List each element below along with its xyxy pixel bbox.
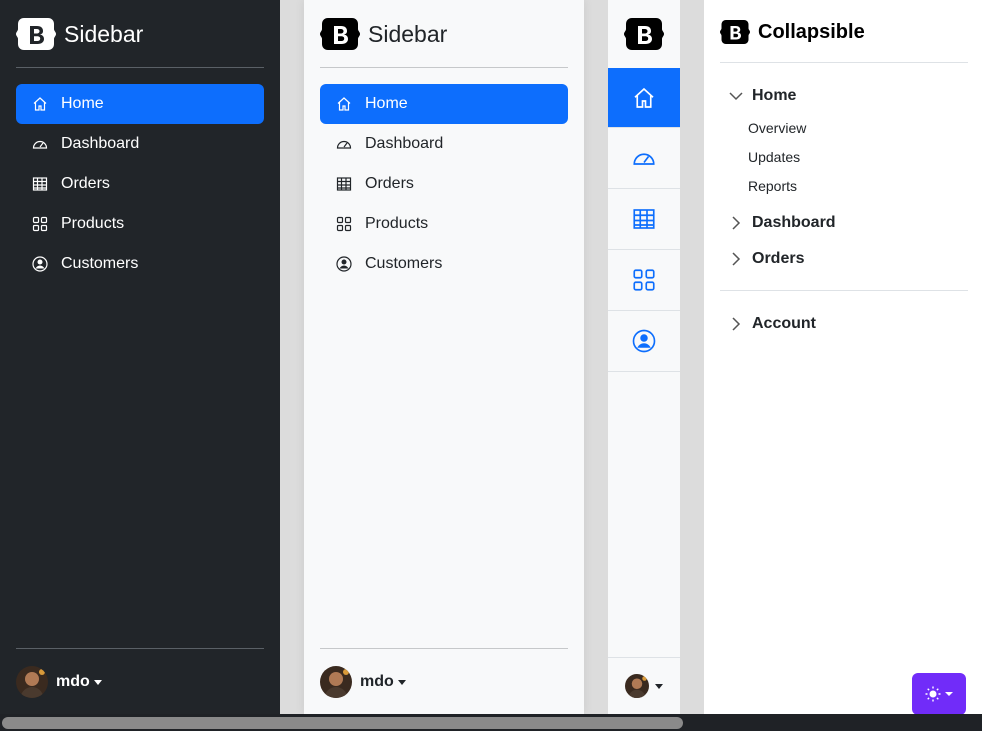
section-home: Home Overview Updates Reports xyxy=(720,79,968,200)
user-name: mdo xyxy=(360,672,394,690)
bootstrap-logo-icon xyxy=(624,18,664,50)
icon-nav-customers[interactable] xyxy=(608,311,680,372)
bootstrap-logo-icon xyxy=(16,18,56,50)
person-circle-icon xyxy=(632,329,656,353)
nav-label: Customers xyxy=(61,255,139,272)
person-circle-icon xyxy=(32,256,48,272)
nav-label: Customers xyxy=(365,255,443,272)
section-label: Home xyxy=(752,87,797,104)
divider xyxy=(16,67,264,68)
divider xyxy=(320,67,568,68)
table-icon xyxy=(633,209,655,229)
section-label: Account xyxy=(752,315,816,332)
nav-label: Products xyxy=(365,215,429,232)
nav-label: Dashboard xyxy=(365,135,444,152)
speedometer-icon xyxy=(633,153,655,165)
nav-item-orders[interactable]: Orders xyxy=(320,164,568,204)
home-icon xyxy=(634,87,654,108)
nav-label: Orders xyxy=(61,175,110,192)
icon-nav-orders[interactable] xyxy=(608,189,680,250)
caret-down-icon xyxy=(945,692,953,696)
user-dropdown[interactable]: mdo xyxy=(320,649,568,714)
section-dashboard: Dashboard xyxy=(720,206,968,240)
sub-item-reports[interactable]: Reports xyxy=(748,171,968,200)
sub-item-overview[interactable]: Overview xyxy=(748,113,968,142)
sub-item-updates[interactable]: Updates xyxy=(748,142,968,171)
chevron-right-icon xyxy=(728,316,744,332)
dark-sidebar: Sidebar Home Dashboard Orders Products C… xyxy=(0,0,280,714)
light-sidebar: Sidebar Home Dashboard Orders Products C… xyxy=(304,0,584,714)
user-dropdown[interactable]: mdo xyxy=(16,649,264,714)
speedometer-icon xyxy=(32,136,48,152)
grid-icon xyxy=(32,216,48,232)
bootstrap-logo-icon xyxy=(320,18,360,50)
brand-link[interactable]: Sidebar xyxy=(320,16,568,52)
section-label: Dashboard xyxy=(752,214,836,231)
brand-name: Sidebar xyxy=(64,20,144,47)
avatar xyxy=(625,674,649,698)
icon-nav-products[interactable] xyxy=(608,250,680,311)
nav-label: Home xyxy=(61,95,104,112)
nav-item-products[interactable]: Products xyxy=(16,204,264,244)
icon-sidebar xyxy=(608,0,680,714)
home-icon xyxy=(32,96,48,112)
nav-label: Dashboard xyxy=(61,135,140,152)
nav-item-products[interactable]: Products xyxy=(320,204,568,244)
caret-down-icon xyxy=(397,680,406,685)
nav-item-dashboard[interactable]: Dashboard xyxy=(16,124,264,164)
grid-icon xyxy=(336,216,352,232)
nav-item-customers[interactable]: Customers xyxy=(320,244,568,284)
icon-nav-home[interactable] xyxy=(608,68,680,128)
person-circle-icon xyxy=(336,256,352,272)
home-icon xyxy=(336,96,352,112)
theme-toggle-button[interactable] xyxy=(912,673,966,715)
horizontal-scrollbar[interactable] xyxy=(0,714,982,731)
caret-down-icon xyxy=(93,680,102,685)
table-icon xyxy=(32,176,48,192)
collapsible-list: Home Overview Updates Reports Dashboard … xyxy=(720,63,968,276)
avatar xyxy=(16,665,48,698)
divider xyxy=(720,290,968,291)
table-icon xyxy=(336,176,352,192)
brand-name: Sidebar xyxy=(368,20,448,47)
sun-icon xyxy=(925,686,941,702)
nav-item-home[interactable]: Home xyxy=(320,84,568,124)
section-label: Orders xyxy=(752,250,805,267)
nav-list: Home Dashboard Orders Products Customers xyxy=(320,84,568,284)
speedometer-icon xyxy=(336,136,352,152)
page: Sidebar Home Dashboard Orders Products C… xyxy=(0,0,982,714)
section-orders: Orders xyxy=(720,242,968,276)
nav-list: Home Dashboard Orders Products Customers xyxy=(16,84,264,284)
bootstrap-logo-icon xyxy=(720,20,750,44)
brand-link[interactable]: Sidebar xyxy=(16,16,264,52)
user-name: mdo xyxy=(56,672,90,690)
brand-name: Collapsible xyxy=(758,20,865,43)
nav-label: Products xyxy=(61,215,125,232)
user-dropdown[interactable] xyxy=(608,657,680,714)
brand-link[interactable] xyxy=(608,0,680,68)
nav-item-orders[interactable]: Orders xyxy=(16,164,264,204)
nav-item-home[interactable]: Home xyxy=(16,84,264,124)
icon-nav-dashboard[interactable] xyxy=(608,128,680,189)
caret-down-icon xyxy=(655,683,663,689)
brand-link[interactable]: Collapsible xyxy=(720,16,968,48)
grid-icon xyxy=(633,269,655,291)
scrollbar-thumb[interactable] xyxy=(2,717,683,729)
avatar xyxy=(320,665,352,698)
toggle-account[interactable]: Account xyxy=(720,307,968,341)
nav-item-dashboard[interactable]: Dashboard xyxy=(320,124,568,164)
sub-list: Overview Updates Reports xyxy=(720,113,968,200)
chevron-right-icon xyxy=(728,215,744,231)
chevron-right-icon xyxy=(728,251,744,267)
collapsible-sidebar: Collapsible Home Overview Updates Report… xyxy=(704,0,982,714)
chevron-down-icon xyxy=(728,88,744,104)
toggle-home[interactable]: Home xyxy=(720,79,968,113)
nav-label: Orders xyxy=(365,175,414,192)
nav-label: Home xyxy=(365,95,408,112)
nav-item-customers[interactable]: Customers xyxy=(16,244,264,284)
toggle-orders[interactable]: Orders xyxy=(720,242,968,276)
toggle-dashboard[interactable]: Dashboard xyxy=(720,206,968,240)
